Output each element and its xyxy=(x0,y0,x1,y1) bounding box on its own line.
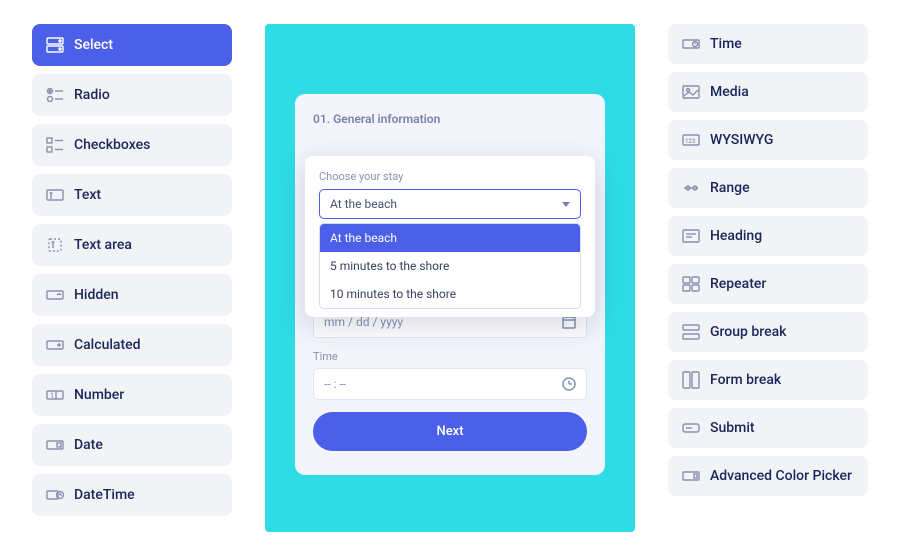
date-icon xyxy=(46,436,64,454)
field-type-datetime[interactable]: DateTime xyxy=(32,474,232,516)
groupbreak-icon xyxy=(682,323,700,341)
next-button-label: Next xyxy=(436,424,463,439)
stay-label: Choose your stay xyxy=(319,170,581,183)
field-type-repeater[interactable]: Repeater xyxy=(668,264,868,304)
field-type-media[interactable]: Media xyxy=(668,72,868,112)
chevron-down-icon xyxy=(562,202,570,207)
colorpicker-icon xyxy=(682,467,700,485)
field-type-label: Radio xyxy=(74,87,110,103)
stay-option[interactable]: 5 minutes to the shore xyxy=(320,252,580,280)
range-icon xyxy=(682,179,700,197)
svg-text:1: 1 xyxy=(50,392,54,400)
form-section-title: 01. General information xyxy=(313,112,587,126)
submit-icon xyxy=(682,419,700,437)
stay-option[interactable]: 10 minutes to the shore xyxy=(320,280,580,308)
field-type-label: Advanced Color Picker xyxy=(710,468,852,485)
field-type-label: Heading xyxy=(710,228,762,244)
field-type-label: Text area xyxy=(74,237,132,253)
field-type-label: Form break xyxy=(710,372,781,388)
select-icon xyxy=(46,36,64,54)
radio-icon xyxy=(46,86,64,104)
field-type-select[interactable]: Select xyxy=(32,24,232,66)
text-icon xyxy=(46,186,64,204)
heading-icon xyxy=(682,227,700,245)
field-type-textarea[interactable]: Text area xyxy=(32,224,232,266)
field-type-label: Range xyxy=(710,180,750,196)
time-icon xyxy=(682,35,700,53)
time-placeholder: -- : -- xyxy=(324,377,346,391)
field-type-time[interactable]: Time xyxy=(668,24,868,64)
media-icon xyxy=(682,83,700,101)
field-type-radio[interactable]: Radio xyxy=(32,74,232,116)
date-placeholder: mm / dd / yyyy xyxy=(324,315,403,329)
stay-selected-value: At the beach xyxy=(330,197,397,211)
time-field: Time -- : -- xyxy=(313,350,587,400)
checkboxes-icon xyxy=(46,136,64,154)
repeater-icon xyxy=(682,275,700,293)
field-type-label: Media xyxy=(710,84,749,100)
field-type-number[interactable]: 1 Number xyxy=(32,374,232,416)
stay-dropdown-overlay: Choose your stay At the beach At the bea… xyxy=(305,156,595,317)
field-type-checkboxes[interactable]: Checkboxes xyxy=(32,124,232,166)
field-type-label: Date xyxy=(74,437,103,453)
wysiwyg-icon: 123 xyxy=(682,131,700,149)
stay-option-list: At the beach 5 minutes to the shore 10 m… xyxy=(319,223,581,309)
left-field-list: Select Radio Checkboxes Text Text area H… xyxy=(32,24,232,532)
field-type-label: Select xyxy=(74,37,113,53)
stay-option[interactable]: At the beach xyxy=(320,224,580,252)
field-type-range[interactable]: Range xyxy=(668,168,868,208)
datetime-icon xyxy=(46,486,64,504)
next-button[interactable]: Next xyxy=(313,412,587,451)
field-type-label: Submit xyxy=(710,420,755,436)
calendar-icon xyxy=(562,315,576,329)
field-type-label: Repeater xyxy=(710,276,766,292)
clock-icon xyxy=(562,377,576,391)
stay-select[interactable]: At the beach xyxy=(319,189,581,219)
field-type-date[interactable]: Date xyxy=(32,424,232,466)
field-type-groupbreak[interactable]: Group break xyxy=(668,312,868,352)
time-input[interactable]: -- : -- xyxy=(313,368,587,400)
field-type-label: DateTime xyxy=(74,487,135,503)
field-type-label: Number xyxy=(74,387,124,403)
field-type-calculated[interactable]: Calculated xyxy=(32,324,232,366)
right-field-list: Time Media 123 WYSIWYG Range Heading Rep… xyxy=(668,24,868,532)
hidden-icon xyxy=(46,286,64,304)
field-type-label: Text xyxy=(74,187,101,203)
field-type-submit[interactable]: Submit xyxy=(668,408,868,448)
field-type-label: WYSIWYG xyxy=(710,132,773,148)
formbreak-icon xyxy=(682,371,700,389)
calculated-icon xyxy=(46,336,64,354)
number-icon: 1 xyxy=(46,386,64,404)
field-type-heading[interactable]: Heading xyxy=(668,216,868,256)
field-type-wysiwyg[interactable]: 123 WYSIWYG xyxy=(668,120,868,160)
form-preview-canvas: 01. General information Adults 1 Check-i… xyxy=(265,24,635,532)
textarea-icon xyxy=(46,236,64,254)
field-type-label: Time xyxy=(710,36,742,52)
field-type-formbreak[interactable]: Form break xyxy=(668,360,868,400)
field-type-colorpicker[interactable]: Advanced Color Picker xyxy=(668,456,868,496)
field-type-label: Checkboxes xyxy=(74,137,150,153)
field-type-hidden[interactable]: Hidden xyxy=(32,274,232,316)
field-type-label: Group break xyxy=(710,324,786,340)
svg-text:123: 123 xyxy=(685,138,696,145)
field-type-label: Calculated xyxy=(74,337,141,353)
time-label: Time xyxy=(313,350,587,363)
field-type-label: Hidden xyxy=(74,287,119,303)
field-type-text[interactable]: Text xyxy=(32,174,232,216)
